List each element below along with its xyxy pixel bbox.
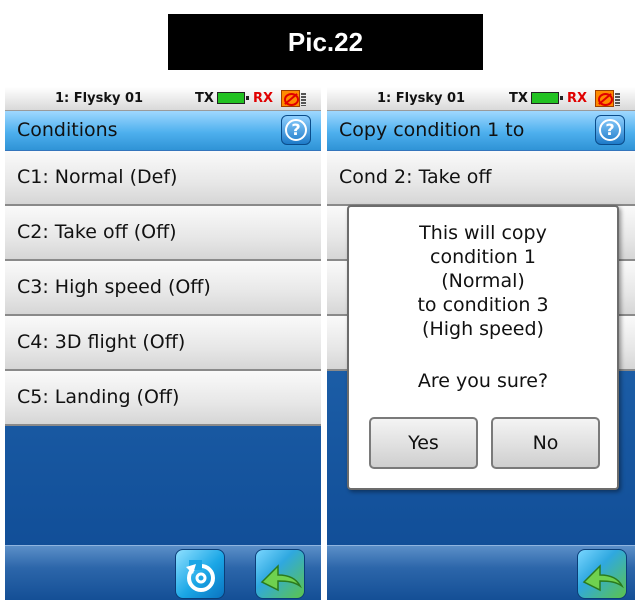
dialog-question: Are you sure? <box>417 370 549 392</box>
question-icon: ? <box>599 119 621 141</box>
condition-item-4[interactable]: C4: 3D flight (Off) <box>5 316 321 371</box>
condition-item-1[interactable]: C1: Normal (Def) <box>5 151 321 206</box>
title-bar: Copy condition 1 to ? <box>327 111 635 150</box>
help-button[interactable]: ? <box>595 115 625 145</box>
rx-label: RX <box>567 91 588 106</box>
condition-item-5[interactable]: C5: Landing (Off) <box>5 371 321 426</box>
copy-condition-screen: 1: Flysky 01 TX RX Copy condition 1 to ?… <box>327 87 635 600</box>
reset-button[interactable] <box>175 549 225 599</box>
page-title: Conditions <box>17 119 118 141</box>
condition-item-2[interactable]: C2: Take off (Off) <box>5 206 321 261</box>
status-bar: 1: Flysky 01 TX RX <box>327 87 635 111</box>
tx-label: TX <box>195 91 214 106</box>
tx-label: TX <box>509 91 528 106</box>
rx-label: RX <box>253 91 274 106</box>
back-arrow-icon <box>582 564 624 592</box>
condition-item-3[interactable]: C3: High speed (Off) <box>5 261 321 316</box>
confirm-dialog: This will copy condition 1 (Normal) to c… <box>347 205 619 490</box>
help-button[interactable]: ? <box>281 115 311 145</box>
no-signal-icon <box>281 90 300 107</box>
yes-button[interactable]: Yes <box>369 417 478 469</box>
back-button[interactable] <box>255 549 305 599</box>
pic-label: Pic.22 <box>168 14 483 70</box>
title-bar: Conditions ? <box>5 111 321 150</box>
back-button[interactable] <box>577 549 627 599</box>
reset-icon <box>186 560 215 592</box>
battery-icon <box>531 92 563 104</box>
model-name: 1: Flysky 01 <box>55 91 144 106</box>
question-icon: ? <box>285 119 307 141</box>
no-button[interactable]: No <box>491 417 600 469</box>
page-title: Copy condition 1 to <box>339 119 525 141</box>
no-signal-icon <box>595 90 614 107</box>
dialog-message: This will copy condition 1 (Normal) to c… <box>417 222 549 340</box>
battery-icon <box>217 92 249 104</box>
conditions-screen: 1: Flysky 01 TX RX Conditions ? C1: Norm… <box>5 87 321 600</box>
signal-bars-icon <box>301 93 306 106</box>
target-item-2[interactable]: Cond 2: Take off <box>327 151 635 206</box>
back-arrow-icon <box>260 564 302 592</box>
model-name: 1: Flysky 01 <box>377 91 466 106</box>
signal-bars-icon <box>615 93 620 106</box>
status-bar: 1: Flysky 01 TX RX <box>5 87 321 111</box>
condition-list: C1: Normal (Def) C2: Take off (Off) C3: … <box>5 151 321 426</box>
